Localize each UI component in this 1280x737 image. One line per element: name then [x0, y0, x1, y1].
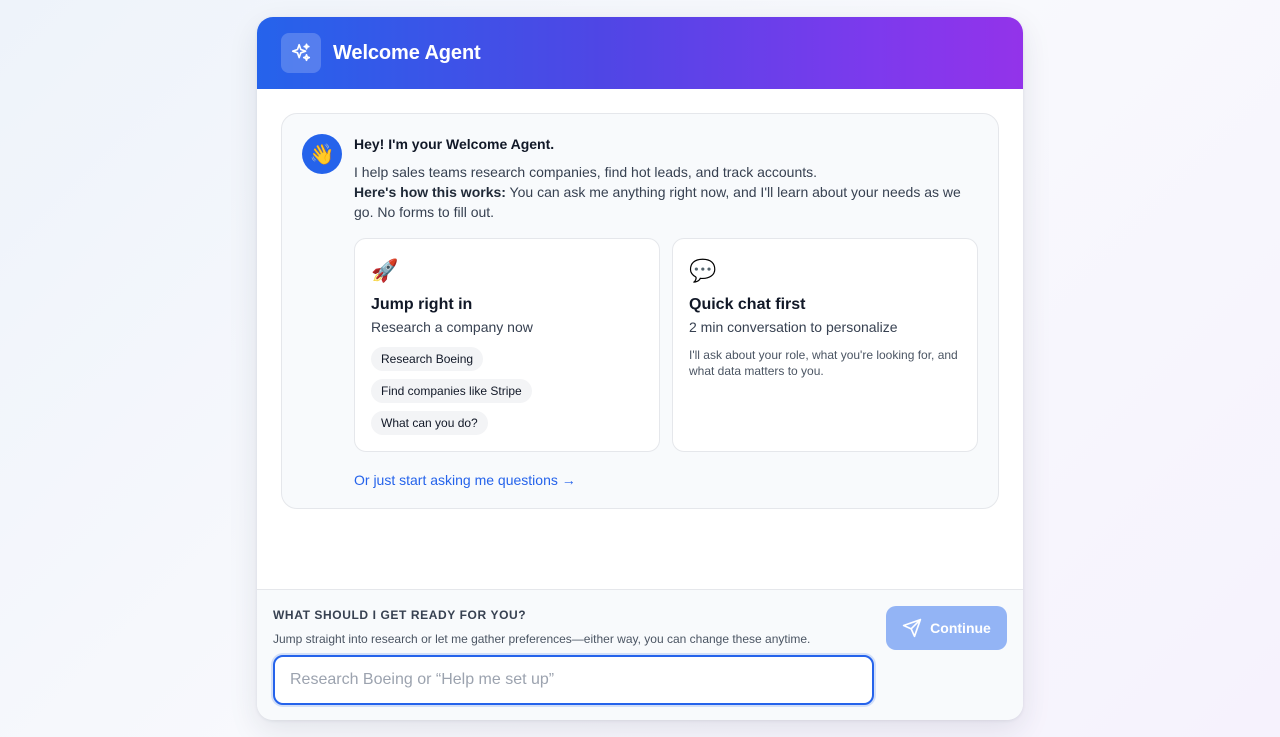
option-title: Jump right in	[371, 296, 473, 313]
option-jump-right-in[interactable]: 🚀 Jump right in Research a company now R…	[354, 238, 660, 452]
how-label: Here's how this works:	[354, 184, 506, 200]
header: Welcome Agent	[257, 17, 1023, 89]
rocket-icon: 🚀	[371, 258, 399, 283]
start-asking-link[interactable]: Or just start asking me questions →	[354, 470, 982, 490]
greeting: Hey! I'm your Welcome Agent.	[354, 136, 555, 152]
option-subtitle: 2 min conversation to personalize	[689, 319, 898, 335]
message-input[interactable]	[273, 655, 874, 705]
option-subtitle: Research a company now	[371, 319, 533, 335]
message-content: Hey! I'm your Welcome Agent. I help sale…	[354, 134, 982, 490]
sparkles-icon	[281, 33, 321, 73]
continue-button[interactable]: Continue	[886, 606, 1007, 650]
option-description: I'll ask about your role, what you're lo…	[689, 348, 958, 378]
header-title: Welcome Agent	[333, 41, 481, 64]
option-cards: 🚀 Jump right in Research a company now R…	[354, 238, 982, 452]
continue-label: Continue	[930, 620, 991, 636]
welcome-card: Welcome Agent 👋 Hey! I'm your Welcome Ag…	[257, 17, 1023, 720]
composer: WHAT SHOULD I GET READY FOR YOU? Jump st…	[257, 589, 1023, 720]
send-icon	[902, 618, 922, 638]
intro-line: I help sales teams research companies, f…	[354, 164, 818, 180]
intro-text: I help sales teams research companies, f…	[354, 162, 982, 222]
chip-what-can-you-do[interactable]: What can you do?	[371, 411, 488, 435]
composer-heading: WHAT SHOULD I GET READY FOR YOU?	[273, 608, 527, 622]
agent-avatar: 👋	[302, 134, 342, 174]
chat-body: 👋 Hey! I'm your Welcome Agent. I help sa…	[257, 89, 1023, 589]
speech-bubble-icon: 💬	[689, 258, 717, 283]
option-quick-chat-first[interactable]: 💬 Quick chat first 2 min conversation to…	[672, 238, 978, 452]
agent-message: 👋 Hey! I'm your Welcome Agent. I help sa…	[281, 113, 999, 509]
suggestion-chips: Research Boeing Find companies like Stri…	[371, 347, 643, 435]
composer-subtext: Jump straight into research or let me ga…	[273, 632, 811, 646]
chip-find-companies-like-stripe[interactable]: Find companies like Stripe	[371, 379, 532, 403]
chip-research-boeing[interactable]: Research Boeing	[371, 347, 484, 371]
option-title: Quick chat first	[689, 296, 806, 313]
